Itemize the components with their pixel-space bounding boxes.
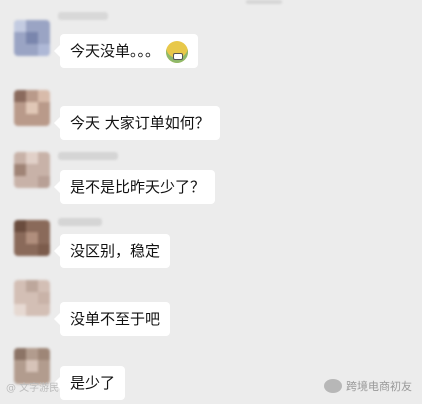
- message-bubble[interactable]: 今天没单。。。: [53, 34, 199, 68]
- chat-bubbles-icon: [324, 379, 342, 393]
- message-bubble[interactable]: 是少了: [53, 366, 126, 400]
- blurred-sender-name: [58, 218, 102, 226]
- message-text: 今天没单。。。: [70, 42, 161, 60]
- message-bubble[interactable]: 没区别，稳定: [53, 234, 171, 268]
- message-row: 今天没单。。。: [0, 6, 422, 68]
- message-row: 没区别，稳定: [0, 214, 422, 274]
- avatar[interactable]: [14, 280, 50, 316]
- message-text: 今天 大家订单如何？: [70, 114, 210, 132]
- message-bubble[interactable]: 是不是比昨天少了？: [53, 170, 216, 204]
- blurred-header-fragment: [246, 0, 282, 4]
- watermark-right-text: 跨境电商初友: [346, 380, 412, 393]
- avatar[interactable]: [14, 20, 50, 56]
- sick-face-emoji-icon: [166, 40, 189, 63]
- avatar[interactable]: [14, 90, 50, 126]
- message-text: 没单不至于吧: [70, 310, 161, 328]
- avatar[interactable]: [14, 152, 50, 188]
- blurred-sender-name: [58, 152, 118, 160]
- watermark-right: 跨境电商初友: [324, 378, 412, 394]
- message-row: 是少了: [0, 344, 422, 404]
- message-bubble[interactable]: 没单不至于吧: [53, 302, 171, 336]
- message-bubble[interactable]: 今天 大家订单如何？: [54, 106, 220, 140]
- message-row: 是不是比昨天少了？: [0, 152, 422, 212]
- message-text: 是少了: [70, 374, 116, 392]
- blurred-sender-name: [58, 12, 108, 20]
- avatar[interactable]: [14, 220, 50, 256]
- message-row: 没单不至于吧: [0, 280, 422, 340]
- message-row: 今天 大家订单如何？: [0, 90, 422, 150]
- message-text: 是不是比昨天少了？: [70, 178, 206, 196]
- watermark-left: @ 文字游民: [6, 383, 60, 394]
- message-text: 没区别，稳定: [70, 242, 161, 260]
